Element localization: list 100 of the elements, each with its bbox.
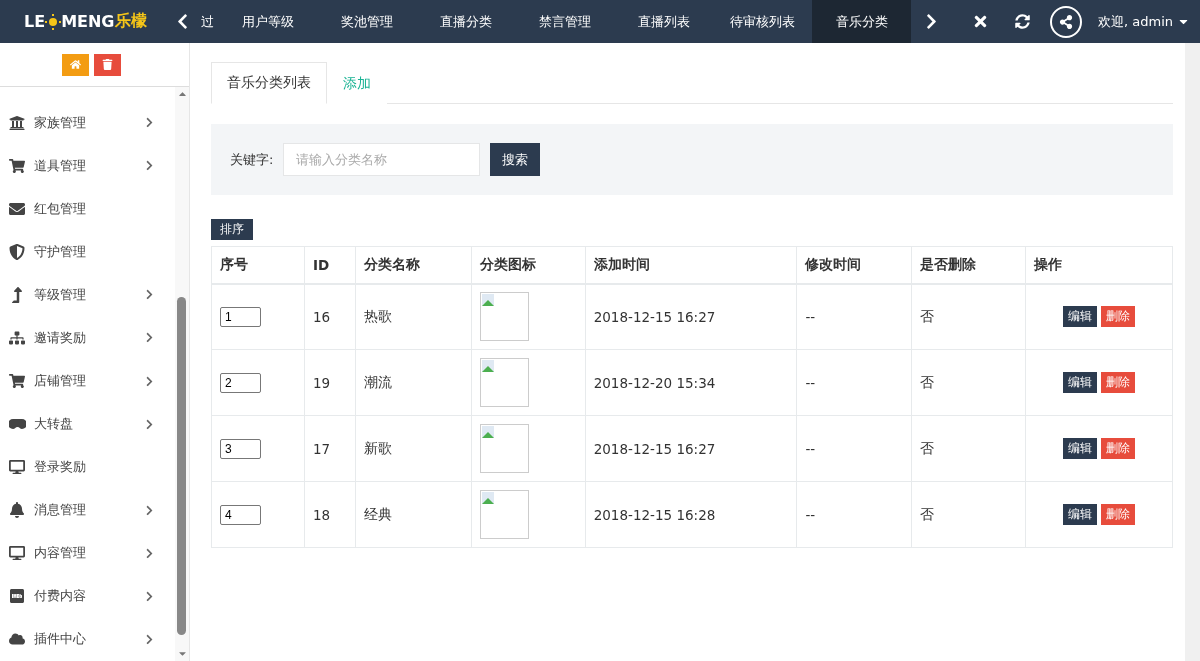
table-cell: 热歌 [355,283,472,350]
nav-tab[interactable]: 直播列表 [614,0,713,43]
chevron-icon [144,332,155,344]
chevron-icon [144,117,155,129]
table-cell: 2018-12-20 15:34 [585,349,797,416]
table-cell: 经典 [355,481,472,548]
menu-icon [6,545,28,562]
sidebar-item[interactable]: 大转盘 [0,402,175,446]
user-menu[interactable]: 欢迎, admin [1092,11,1196,32]
search-button[interactable]: 搜索 [490,143,541,176]
table-cell: -- [796,349,912,416]
sidebar-item[interactable]: 插件中心 [0,617,175,661]
delete-button[interactable]: 删除 [1101,438,1136,459]
menu-icon [6,373,28,389]
scrollbar-track[interactable] [1185,43,1200,661]
home-button[interactable] [62,53,89,76]
order-field[interactable]: 3 [220,438,261,459]
sort-button[interactable]: 排序 [211,219,253,240]
column-header: ID [304,246,356,284]
search-field[interactable]: 请输入分类名称 [283,143,481,176]
keyword-label: 关键字: [230,150,274,169]
chevron-icon [144,547,155,559]
sidebar-item[interactable]: 红包管理 [0,187,175,231]
tab[interactable]: 音乐分类列表 [211,62,327,104]
delete-button[interactable]: 删除 [1101,504,1136,525]
sidebar-item[interactable]: 消息管理 [0,488,175,532]
table-cell: 17 [304,415,356,482]
table-cell: 否 [911,415,1026,482]
menu-icon [6,419,28,430]
column-header: 操作 [1025,246,1173,284]
nav-tab[interactable]: 音乐分类 [812,0,911,43]
nav-tab[interactable]: 待审核列表 [713,0,812,43]
sidebar-item[interactable]: 守护管理 [0,230,175,274]
order-field[interactable]: 1 [220,306,261,327]
table-cell: -- [796,481,912,548]
broken-image-icon [479,490,529,539]
refresh-icon [1015,14,1030,29]
chevron-icon [144,633,155,645]
column-header: 添加时间 [585,246,797,284]
trash-icon [102,59,113,70]
order-field[interactable]: 2 [220,372,261,393]
table-cell: 否 [911,283,1026,350]
sidebar-item[interactable]: 付费内容 [0,574,175,618]
edit-button[interactable]: 编辑 [1063,306,1098,328]
menu-icon [6,329,28,346]
table-cell: 2018-12-15 16:27 [585,415,797,482]
chevron-icon [144,160,155,172]
sidebar-item[interactable]: 道具管理 [0,144,175,188]
sidebar-item[interactable]: 登录奖励 [0,445,175,489]
sidebar-item[interactable]: 店铺管理 [0,359,175,403]
nav-tab[interactable]: 直播分类 [416,0,515,43]
delete-button[interactable] [94,53,121,76]
chevron-icon [144,418,155,430]
delete-button[interactable]: 删除 [1101,306,1136,328]
table-cell: 19 [304,349,356,416]
broken-image-icon [479,358,529,407]
sidebar-item[interactable]: 邀请奖励 [0,316,175,360]
table-cell: 否 [911,349,1026,416]
menu-icon [6,631,28,648]
nav-tab[interactable]: 过 [197,0,218,43]
nav-tab[interactable]: 奖池管理 [317,0,416,43]
home-icon [70,59,81,70]
menu-icon [6,157,28,174]
chevron-icon [144,289,155,301]
chevron-icon [144,504,155,516]
logo-text: MENG [61,12,115,31]
column-header: 分类名称 [355,246,472,284]
table-cell: 2018-12-15 16:27 [585,283,797,350]
table-cell: 16 [304,283,356,350]
table-cell: -- [796,283,912,350]
chevron-icon [144,590,155,602]
broken-image-icon [479,424,529,473]
column-header: 分类图标 [471,246,586,284]
sidebar-item[interactable]: 等级管理 [0,273,175,317]
table-cell: 潮流 [355,349,472,416]
edit-button[interactable]: 编辑 [1063,372,1098,393]
table-cell: 新歌 [355,415,472,482]
column-header: 修改时间 [796,246,912,284]
table-cell: 否 [911,481,1026,548]
broken-image-icon [479,292,529,342]
logo-text: LE [24,12,46,31]
logo-text: 乐檬 [114,11,147,32]
column-header: 序号 [211,246,305,284]
sidebar-item[interactable]: 内容管理 [0,531,175,575]
sidebar-item[interactable]: 家族管理 [0,101,175,145]
table-cell: 18 [304,481,356,548]
nav-tab[interactable]: 禁言管理 [515,0,614,43]
table-cell: -- [796,415,912,482]
menu-icon [6,459,28,476]
edit-button[interactable]: 编辑 [1063,504,1098,525]
order-field[interactable]: 4 [220,504,261,525]
column-header: 是否删除 [911,246,1026,284]
delete-button[interactable]: 删除 [1101,372,1136,393]
edit-button[interactable]: 编辑 [1063,438,1098,459]
nav-tab[interactable]: 用户等级 [218,0,317,43]
scrollbar-thumb[interactable] [177,297,186,635]
avatar-icon[interactable] [1050,5,1082,38]
sun-icon [45,13,62,30]
chevron-icon [144,375,155,387]
menu-icon [6,200,28,217]
